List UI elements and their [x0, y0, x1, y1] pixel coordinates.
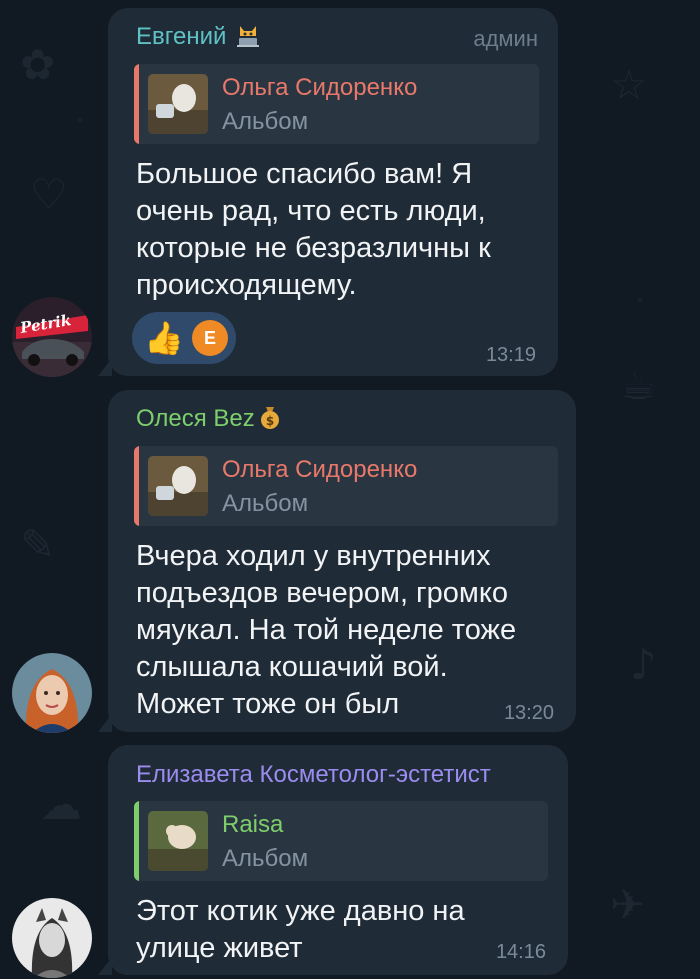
message-text: Большое спасибо вам! Я очень рад, что ес… [136, 158, 491, 301]
reply-subtitle: Альбом [222, 108, 309, 135]
message-bubble[interactable]: Олеся Bez $ Ольга Сидоренко Альбом Вчера… [98, 390, 576, 732]
doodle-decoration: ✈ [610, 880, 646, 929]
reply-subtitle: Альбом [222, 490, 309, 517]
doodle-decoration: ☕ [620, 360, 658, 409]
reply-thumbnail [148, 74, 208, 134]
message-time: 14:16 [495, 941, 546, 963]
doodle-decoration: ✎ [20, 520, 56, 569]
reply-accent-bar [134, 64, 139, 144]
svg-text:$: $ [266, 414, 274, 428]
bubble-tail [98, 714, 112, 732]
cat-with-laptop-emoji-icon [237, 26, 260, 47]
admin-role-label: админ [473, 26, 538, 51]
chat-background: ✿ ☆ ♡ ☕ ✎ ♪ ☁ ✈ Petrik Евгений админ Оль… [0, 0, 700, 979]
reply-accent-bar [134, 446, 139, 526]
message-text: Вчера ходил у внутренних подъездов вечер… [136, 540, 517, 720]
bubble-tail [98, 957, 112, 975]
reply-accent-bar [134, 801, 139, 881]
doodle-decoration: ♡ [30, 170, 68, 219]
reactions-bar[interactable]: 👍 E [132, 312, 236, 364]
reply-preview[interactable]: Ольга Сидоренко Альбом [134, 64, 539, 144]
reply-subtitle: Альбом [222, 845, 309, 872]
doodle-decoration: ✿ [20, 40, 56, 89]
message-bubble[interactable]: Елизавета Косметолог-эстетист Raisa Альб… [98, 745, 568, 975]
sender-name-text: Евгений [136, 23, 227, 50]
avatar[interactable] [12, 653, 92, 733]
thumbs-up-emoji-icon[interactable]: 👍 [144, 320, 184, 356]
doodle-decoration: ♪ [630, 640, 657, 689]
message-bubble[interactable]: Евгений админ Ольга Сидоренко Альбом Бол… [98, 8, 558, 376]
message-time: 13:20 [503, 702, 554, 724]
reply-sender-name: Ольга Сидоренко [222, 74, 418, 101]
money-bag-emoji-icon: $ [260, 407, 279, 429]
bubble-tail [98, 358, 112, 376]
sender-name[interactable]: Олеся Bez $ [136, 404, 283, 433]
sender-name[interactable]: Евгений [136, 22, 261, 51]
avatar[interactable] [12, 898, 92, 978]
doodle-decoration: ☁ [40, 780, 82, 829]
avatar[interactable]: Petrik [12, 297, 92, 377]
reply-thumbnail [148, 811, 208, 871]
message-text: Этот котик уже давно на улице живет [136, 895, 465, 964]
reply-preview[interactable]: Ольга Сидоренко Альбом [134, 446, 558, 526]
reaction-user-avatar: E [192, 320, 228, 356]
reply-sender-name: Ольга Сидоренко [222, 456, 418, 483]
reply-thumbnail [148, 456, 208, 516]
message-time: 13:19 [485, 344, 536, 366]
sender-name-text: Олеся Bez [136, 405, 255, 432]
reply-sender-name: Raisa [222, 811, 284, 838]
doodle-decoration: ☆ [610, 60, 648, 109]
reply-preview[interactable]: Raisa Альбом [134, 801, 548, 881]
sender-name[interactable]: Елизавета Косметолог-эстетист [136, 761, 491, 789]
